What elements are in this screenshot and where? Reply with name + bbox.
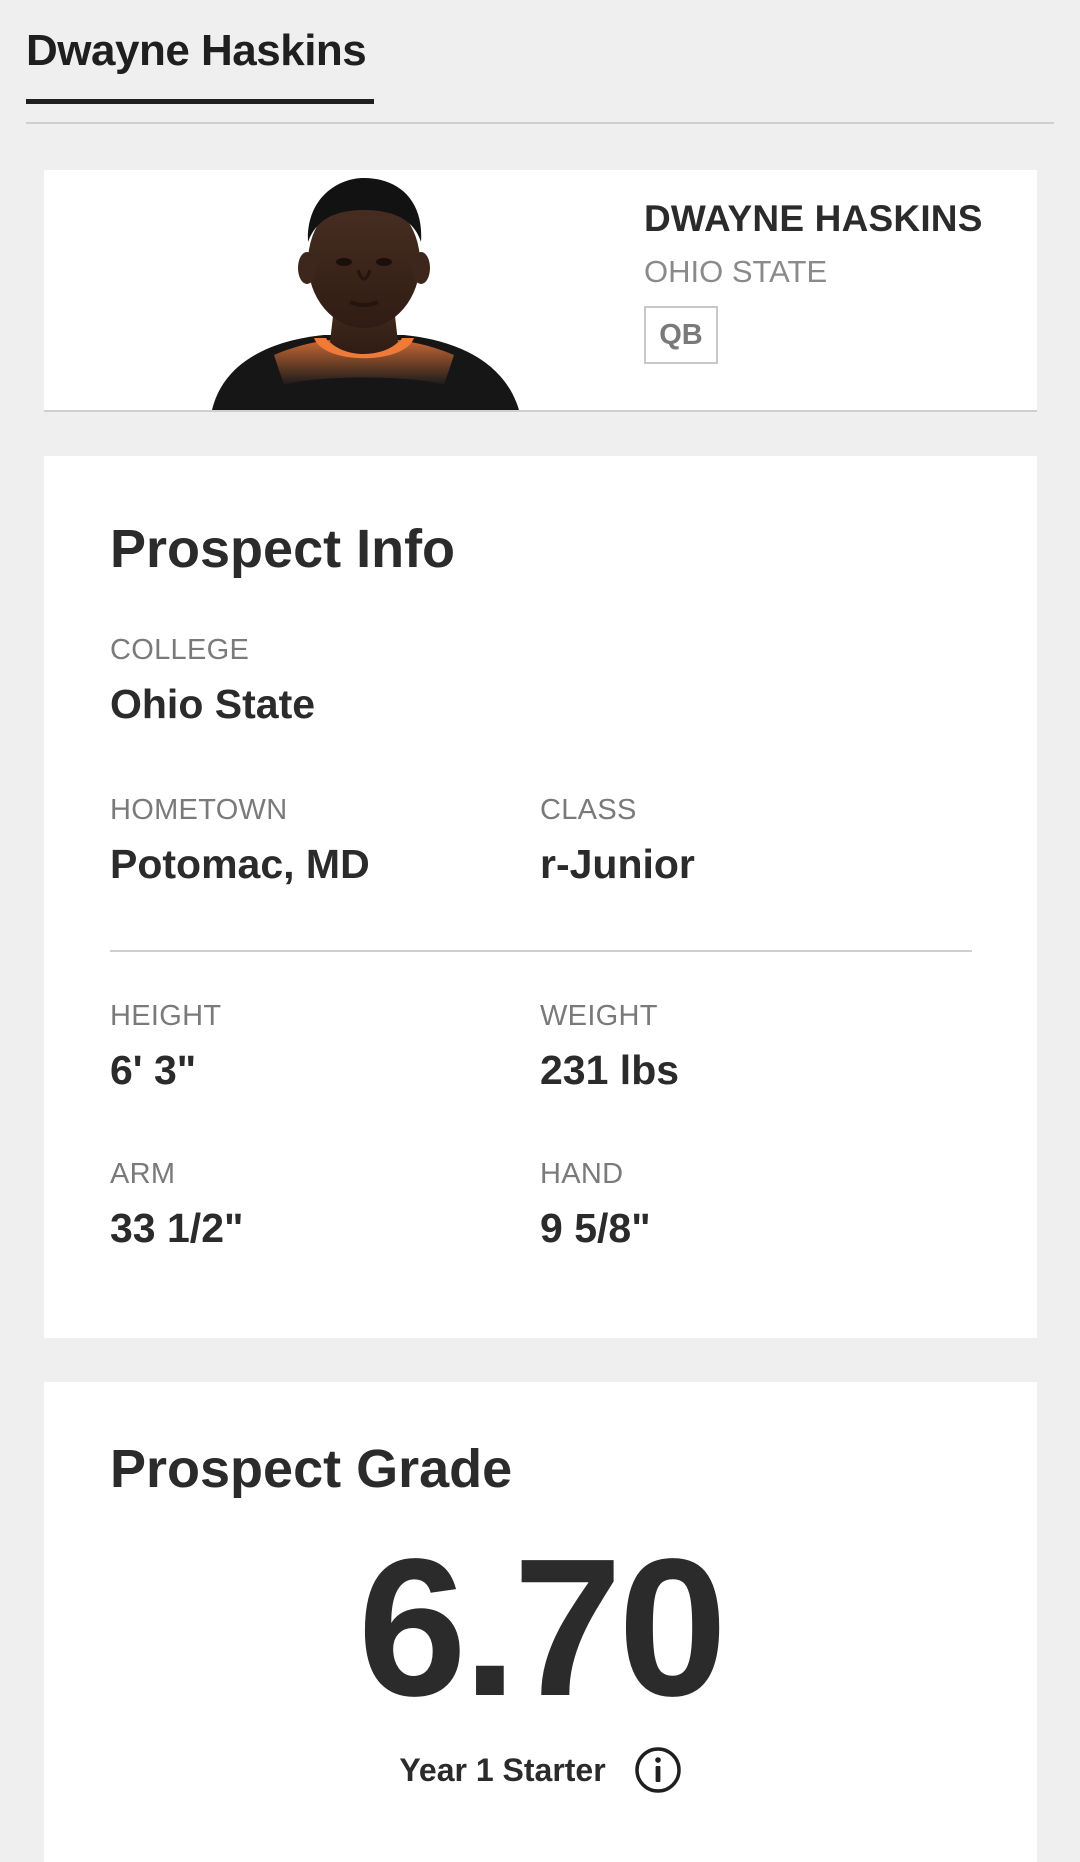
hand-label: HAND xyxy=(540,1158,624,1190)
class-value: r-Junior xyxy=(540,841,695,887)
college-value: Ohio State xyxy=(110,681,316,727)
player-header-card: DWAYNE HASKINS OHIO STATE QB xyxy=(44,170,1037,412)
arm-label: ARM xyxy=(110,1158,176,1190)
grade-description: Year 1 Starter xyxy=(399,1751,606,1788)
player-headshot-image xyxy=(212,178,519,410)
info-icon[interactable] xyxy=(634,1746,682,1794)
hometown-label: HOMETOWN xyxy=(110,794,288,826)
college-label: COLLEGE xyxy=(110,634,250,666)
college-field: COLLEGE Ohio State xyxy=(110,634,315,728)
hand-value: 9 5/8" xyxy=(540,1205,651,1251)
height-field: HEIGHT 6' 3" xyxy=(110,1000,221,1094)
weight-label: WEIGHT xyxy=(540,1000,658,1032)
arm-value: 33 1/2" xyxy=(110,1205,244,1251)
hand-field: HAND 9 5/8" xyxy=(540,1158,651,1252)
info-divider xyxy=(110,950,972,952)
prospect-grade-card: Prospect Grade 6.70 Year 1 Starter xyxy=(44,1382,1037,1862)
prospect-info-card: Prospect Info COLLEGE Ohio State HOMETOW… xyxy=(44,456,1037,1338)
grade-value: 6.70 xyxy=(357,1518,727,1737)
weight-field: WEIGHT 231 lbs xyxy=(540,1000,679,1094)
player-school: OHIO STATE xyxy=(644,254,828,289)
prospect-grade-title: Prospect Grade xyxy=(110,1439,513,1499)
class-field: CLASS r-Junior xyxy=(540,794,695,888)
class-label: CLASS xyxy=(540,794,637,826)
hometown-field: HOMETOWN Potomac, MD xyxy=(110,794,370,888)
arm-field: ARM 33 1/2" xyxy=(110,1158,243,1252)
position-badge: QB xyxy=(644,306,718,364)
prospect-info-title: Prospect Info xyxy=(110,519,456,579)
grade-description-row: Year 1 Starter xyxy=(44,1744,1037,1796)
player-name: DWAYNE HASKINS xyxy=(644,198,983,239)
height-label: HEIGHT xyxy=(110,1000,222,1032)
tab-player-name[interactable]: Dwayne Haskins xyxy=(26,26,375,104)
weight-value: 231 lbs xyxy=(540,1047,680,1093)
tab-bar: Dwayne Haskins xyxy=(26,0,1054,124)
player-meta: DWAYNE HASKINS OHIO STATE QB xyxy=(644,198,1024,364)
height-value: 6' 3" xyxy=(110,1047,197,1093)
hometown-value: Potomac, MD xyxy=(110,841,370,887)
